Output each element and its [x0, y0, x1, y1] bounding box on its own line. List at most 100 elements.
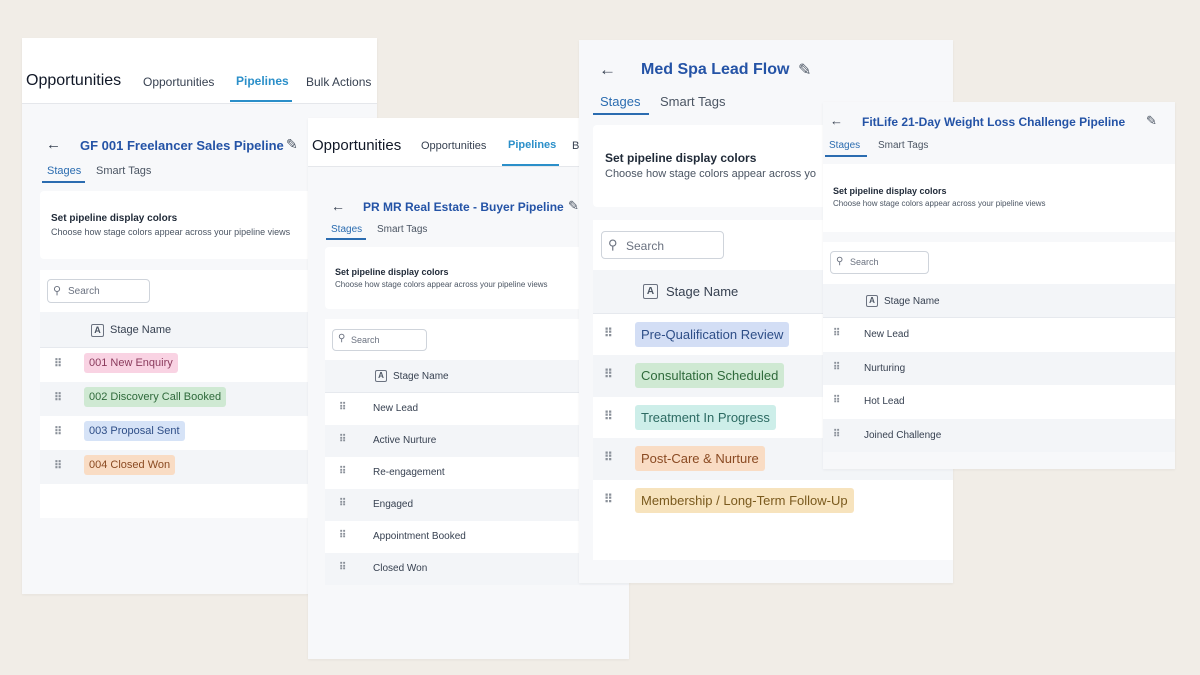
- drag-handle-icon[interactable]: ⠿: [339, 402, 346, 413]
- tab-pipelines[interactable]: Pipelines: [236, 74, 289, 88]
- tab-stages[interactable]: Stages: [331, 224, 362, 235]
- stage-pill: Consultation Scheduled: [635, 363, 785, 388]
- pipeline-title: GF 001 Freelancer Sales Pipeline: [80, 138, 284, 153]
- text-column-icon: A: [375, 370, 387, 382]
- drag-handle-icon[interactable]: ⠿: [604, 326, 613, 340]
- stage-label: Active Nurture: [373, 435, 437, 446]
- display-colors-title: Set pipeline display colors: [51, 213, 178, 224]
- tab-stages[interactable]: Stages: [829, 140, 860, 151]
- search-icon: ⚲: [338, 333, 346, 344]
- display-colors-description: Choose how stage colors appear across yo…: [51, 227, 291, 237]
- drag-handle-icon[interactable]: ⠿: [339, 530, 346, 541]
- drag-handle-icon[interactable]: ⠿: [833, 328, 840, 339]
- tab-stages[interactable]: Stages: [47, 165, 81, 177]
- text-column-icon: A: [91, 324, 104, 337]
- column-header-label[interactable]: Stage Name: [666, 284, 738, 299]
- stage-label: Nurturing: [864, 363, 906, 374]
- column-header: A Stage Name: [823, 284, 1175, 318]
- stage-row[interactable]: ⠿ Joined Challenge: [823, 419, 1175, 452]
- pencil-icon[interactable]: ✎: [798, 60, 811, 80]
- column-header-label[interactable]: Stage Name: [110, 324, 171, 336]
- stage-pill: 004 Closed Won: [84, 455, 176, 475]
- drag-handle-icon[interactable]: ⠿: [339, 498, 346, 509]
- tab-smart-tags[interactable]: Smart Tags: [878, 140, 928, 151]
- back-arrow-icon[interactable]: ←: [599, 60, 616, 80]
- drag-handle-icon[interactable]: ⠿: [604, 492, 613, 506]
- search-icon: ⚲: [836, 256, 844, 267]
- pencil-icon[interactable]: ✎: [568, 198, 579, 214]
- stages-table: ⚲ Search A Stage Name ⠿ New Lead ⠿ Nurtu…: [823, 242, 1175, 452]
- search-input[interactable]: ⚲ Search: [830, 251, 929, 274]
- pencil-icon[interactable]: ✎: [286, 136, 298, 153]
- drag-handle-icon[interactable]: ⠿: [54, 459, 62, 472]
- text-column-icon: A: [866, 295, 878, 307]
- search-icon: ⚲: [608, 237, 618, 252]
- fitlife-pipeline-window: ← FitLife 21-Day Weight Loss Challenge P…: [823, 102, 1175, 469]
- display-colors-description: Choose how stage colors appear across yo: [605, 168, 816, 180]
- drag-handle-icon[interactable]: ⠿: [54, 425, 62, 438]
- back-arrow-icon[interactable]: ←: [331, 198, 345, 214]
- search-placeholder: Search: [626, 239, 665, 253]
- stage-row[interactable]: ⠿ Membership / Long-Term Follow-Up: [593, 480, 953, 522]
- drag-handle-icon[interactable]: ⠿: [339, 562, 346, 573]
- stage-pill: Membership / Long-Term Follow-Up: [635, 488, 854, 513]
- drag-handle-icon[interactable]: ⠿: [604, 450, 613, 464]
- app-title: Opportunities: [312, 137, 402, 154]
- drag-handle-icon[interactable]: ⠿: [339, 434, 346, 445]
- search-input[interactable]: ⚲ Search: [332, 329, 427, 351]
- column-header-label[interactable]: Stage Name: [884, 296, 940, 307]
- tab-stages[interactable]: Stages: [600, 94, 640, 109]
- drag-handle-icon[interactable]: ⠿: [604, 367, 613, 381]
- stage-label: Closed Won: [373, 563, 428, 574]
- display-colors-title: Set pipeline display colors: [833, 186, 947, 196]
- stage-label: Re-engagement: [373, 467, 445, 478]
- pencil-icon[interactable]: ✎: [1146, 113, 1157, 129]
- stage-row[interactable]: ⠿ Hot Lead: [823, 385, 1175, 419]
- search-placeholder: Search: [850, 257, 879, 267]
- stage-pill: Pre-Qualification Review: [635, 322, 790, 347]
- tab-active-indicator: [230, 100, 292, 102]
- drag-handle-icon[interactable]: ⠿: [54, 391, 62, 404]
- drag-handle-icon[interactable]: ⠿: [833, 429, 840, 440]
- search-icon: ⚲: [53, 285, 62, 297]
- column-header-label[interactable]: Stage Name: [393, 371, 449, 382]
- display-colors-description: Choose how stage colors appear across yo…: [335, 280, 548, 289]
- search-placeholder: Search: [351, 335, 380, 345]
- display-colors-panel: Set pipeline display colors Choose how s…: [823, 164, 1175, 232]
- tab-smart-tags[interactable]: Smart Tags: [96, 165, 151, 177]
- tab-active-indicator: [502, 164, 559, 166]
- drag-handle-icon[interactable]: ⠿: [833, 395, 840, 406]
- back-arrow-icon[interactable]: ←: [830, 113, 843, 128]
- tab-smart-tags[interactable]: Smart Tags: [377, 224, 427, 235]
- tab-opportunities[interactable]: Opportunities: [143, 75, 214, 89]
- stage-row[interactable]: ⠿ New Lead: [823, 318, 1175, 352]
- tab-opportunities[interactable]: Opportunities: [421, 140, 486, 152]
- stage-label: New Lead: [864, 329, 910, 340]
- display-colors-description: Choose how stage colors appear across yo…: [833, 199, 1046, 208]
- display-colors-title: Set pipeline display colors: [605, 151, 757, 165]
- drag-handle-icon[interactable]: ⠿: [604, 409, 613, 423]
- stage-label: New Lead: [373, 403, 419, 414]
- pipeline-title: FitLife 21-Day Weight Loss Challenge Pip…: [862, 115, 1126, 129]
- stage-pill: 003 Proposal Sent: [84, 421, 185, 441]
- display-colors-title: Set pipeline display colors: [335, 267, 449, 277]
- tab-pipelines[interactable]: Pipelines: [508, 139, 556, 151]
- subtab-active-indicator: [326, 238, 366, 240]
- tab-smart-tags[interactable]: Smart Tags: [660, 94, 726, 109]
- drag-handle-icon[interactable]: ⠿: [339, 466, 346, 477]
- tab-bulk-actions[interactable]: Bulk Actions: [306, 75, 371, 89]
- search-input[interactable]: ⚲ Search: [47, 279, 150, 303]
- stage-row[interactable]: ⠿ Nurturing: [823, 352, 1175, 385]
- back-arrow-icon[interactable]: ←: [46, 136, 61, 153]
- subtab-active-indicator: [825, 155, 867, 157]
- drag-handle-icon[interactable]: ⠿: [833, 362, 840, 373]
- search-input[interactable]: ⚲ Search: [601, 231, 724, 259]
- top-nav-bar: Opportunities Opportunities Pipelines Bu…: [22, 38, 377, 104]
- drag-handle-icon[interactable]: ⠿: [54, 357, 62, 370]
- pipeline-title: Med Spa Lead Flow: [641, 61, 790, 78]
- stage-label: Joined Challenge: [864, 430, 942, 441]
- stage-pill: 001 New Enquiry: [84, 353, 178, 373]
- stage-pill: 002 Discovery Call Booked: [84, 387, 227, 407]
- stage-label: Engaged: [373, 499, 414, 510]
- search-placeholder: Search: [68, 286, 100, 297]
